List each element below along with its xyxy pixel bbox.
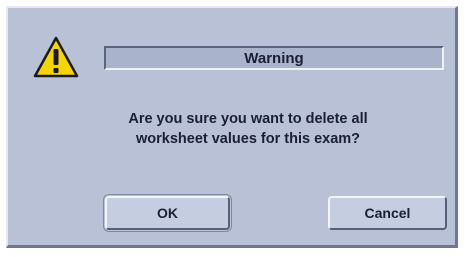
warning-icon bbox=[33, 36, 79, 78]
ok-button[interactable]: OK bbox=[103, 194, 232, 232]
dialog-message: Are you sure you want to delete all work… bbox=[68, 109, 428, 149]
dialog-title: Warning bbox=[104, 46, 444, 70]
dialog-message-line-1: Are you sure you want to delete all bbox=[128, 111, 368, 127]
dialog-message-line-2: worksheet values for this exam? bbox=[135, 131, 361, 147]
cancel-button[interactable]: Cancel bbox=[328, 196, 447, 230]
warning-dialog: Warning Are you sure you want to delete … bbox=[6, 6, 458, 248]
